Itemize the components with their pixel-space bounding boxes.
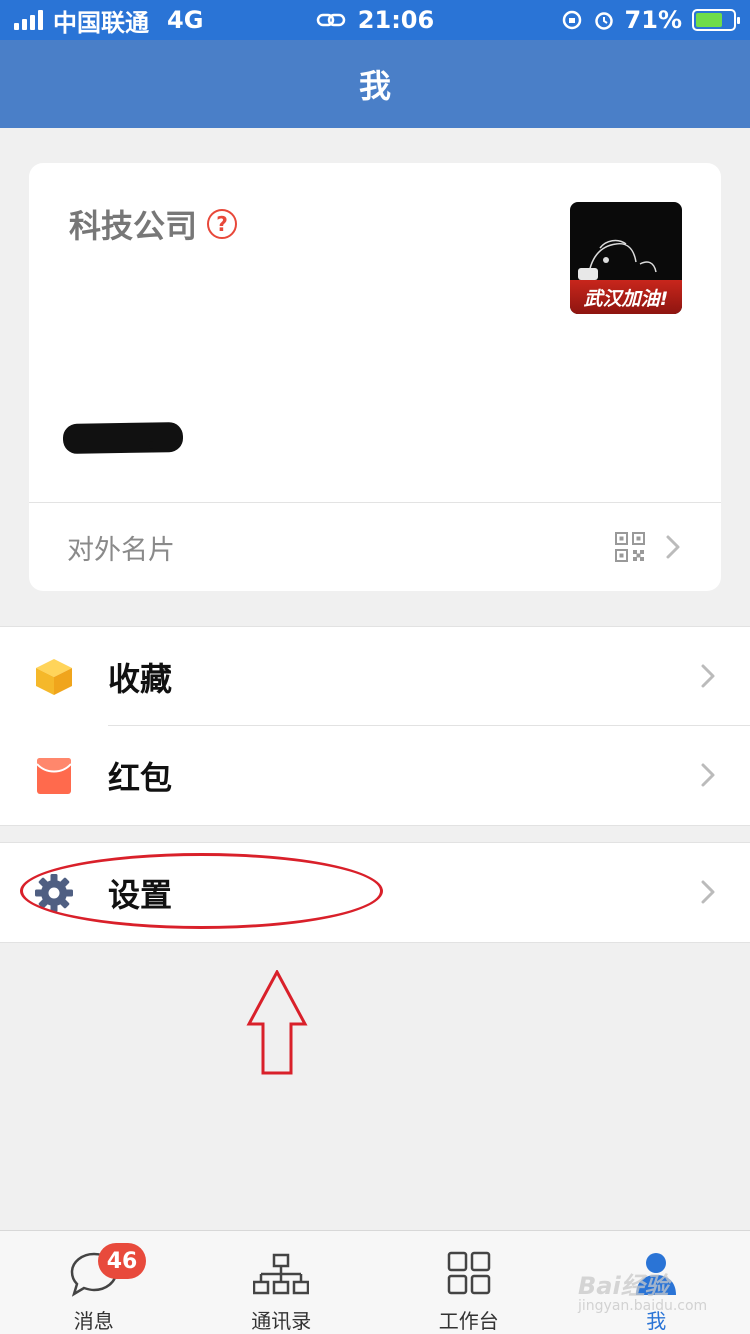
external-card-label: 对外名片 (67, 534, 175, 566)
chevron-right-icon (701, 664, 715, 688)
chevron-right-icon (701, 880, 715, 904)
grid-icon (447, 1251, 490, 1295)
tab-label: 工作台 (438, 1309, 499, 1333)
tab-label: 消息 (73, 1309, 114, 1333)
redacted-mark (149, 441, 179, 449)
qr-code-icon (615, 532, 645, 562)
profile-card[interactable]: 科技公司 ? 武汉加油! 对外名片 (29, 163, 721, 591)
help-icon[interactable]: ? (207, 209, 238, 239)
up-arrow-annotation (246, 970, 308, 1075)
chevron-right-icon (666, 535, 680, 559)
alarm-icon (594, 12, 613, 30)
chevron-right-icon (701, 763, 715, 787)
watermark: Bai经验 (578, 1272, 669, 1300)
tab-contacts[interactable]: 通讯录 (188, 1231, 376, 1334)
status-bar: 中国联通 4G 21:06 71% (0, 0, 750, 40)
tab-workbench[interactable]: 工作台 (375, 1231, 563, 1334)
rotation-lock-icon (562, 10, 581, 30)
nav-bar: 我 (0, 40, 750, 128)
clock: 21:06 (357, 6, 435, 34)
menu-item-red-packet[interactable]: 红包 (0, 726, 750, 825)
battery-icon (692, 9, 740, 31)
link-icon (316, 13, 346, 27)
avatar-banner: 武汉加油! (570, 280, 682, 314)
external-card-row[interactable]: 对外名片 (29, 503, 721, 591)
network-label: 4G (167, 6, 204, 34)
watermark-url: jingyan.baidu.com (578, 1298, 708, 1314)
company-name[interactable]: 科技公司 ? (69, 201, 238, 247)
red-packet-icon (36, 758, 72, 794)
red-packet-label: 红包 (108, 758, 173, 797)
avatar-drawing (578, 239, 657, 281)
favorites-label: 收藏 (108, 659, 173, 698)
carrier-label: 中国联通 (53, 8, 149, 37)
unread-badge: 46 (98, 1243, 146, 1279)
page-title: 我 (358, 67, 391, 105)
box-icon (36, 659, 72, 695)
status-left: 中国联通 4G (14, 3, 203, 38)
tab-label: 通讯录 (251, 1309, 312, 1333)
menu-group-1: 收藏 红包 (0, 626, 750, 826)
org-chart-icon (253, 1253, 310, 1295)
company-name-label: 科技公司 (69, 207, 198, 245)
menu-item-favorites[interactable]: 收藏 (0, 627, 750, 726)
redacted-name (62, 421, 184, 455)
tab-messages[interactable]: 46 消息 (0, 1231, 188, 1334)
battery-fill (696, 13, 722, 27)
status-right: 71% (561, 6, 740, 34)
battery-percent: 71% (624, 6, 682, 34)
signal-icon (14, 10, 43, 30)
external-card-right (615, 532, 681, 562)
highlight-ellipse (20, 853, 383, 929)
avatar[interactable]: 武汉加油! (570, 202, 682, 314)
